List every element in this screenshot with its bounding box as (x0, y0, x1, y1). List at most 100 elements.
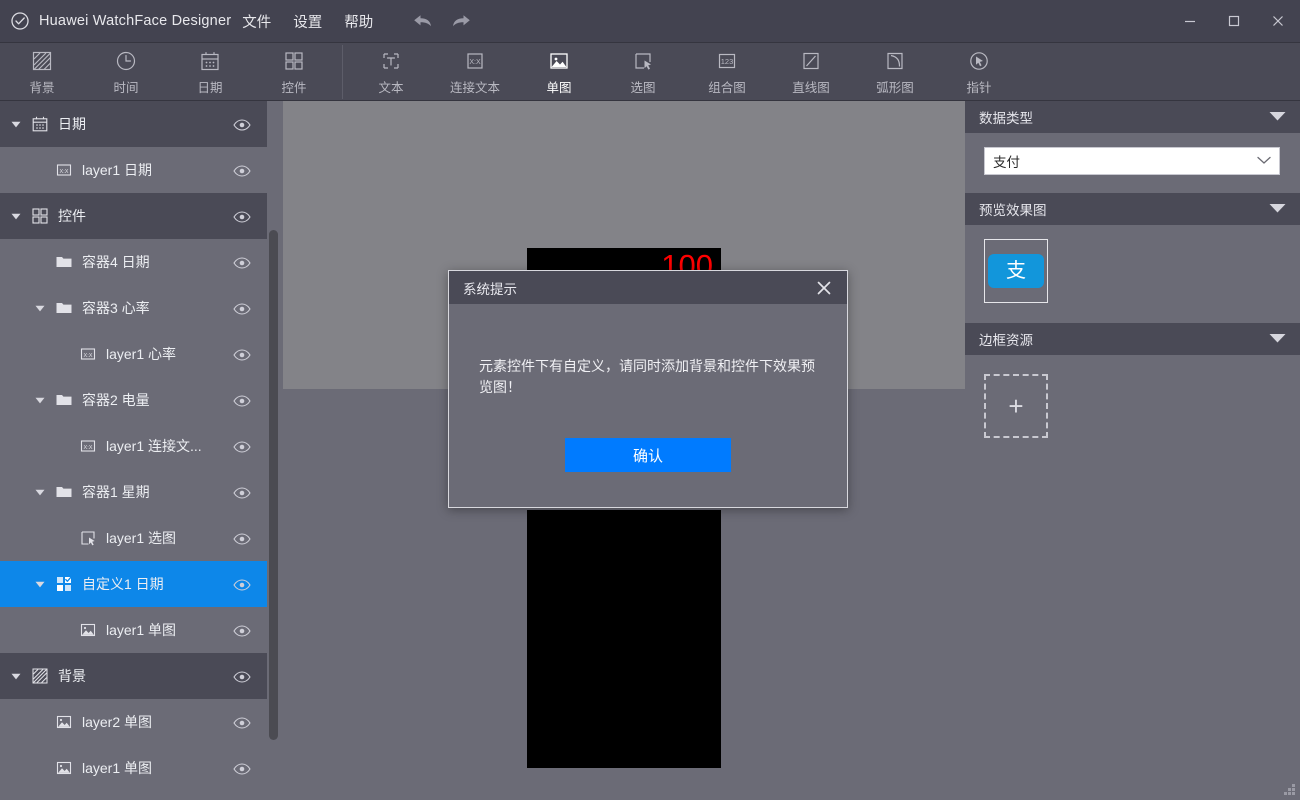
layer-row[interactable]: layer1 选图 (0, 515, 267, 561)
tool-label: 选图 (630, 80, 656, 95)
layer-label: layer1 心率 (106, 346, 177, 362)
layer-label: layer1 单图 (106, 622, 177, 638)
visibility-eye-icon[interactable] (233, 256, 251, 269)
layer-row[interactable]: 控件 (0, 193, 267, 239)
layer-label: layer1 连接文... (106, 438, 202, 454)
tool-line-shape[interactable]: 直线图 (769, 44, 853, 100)
dialog-title: 系统提示 (463, 281, 517, 297)
visibility-eye-icon[interactable] (233, 440, 251, 453)
layers-scrollbar[interactable] (269, 230, 278, 740)
layer-row[interactable]: 容器2 电量 (0, 377, 267, 423)
chevron-down-icon[interactable] (10, 670, 22, 682)
canvas-element-bottom[interactable] (527, 510, 721, 768)
chevron-down-icon[interactable] (34, 486, 46, 498)
layers-panel: 日期 X:X layer1 日期控件容器4 日期容器3 心率 X:X layer1 心率… (0, 101, 267, 800)
layer-row[interactable]: 日期 (0, 101, 267, 147)
tool-label: 文本 (378, 80, 404, 95)
svg-text:X:X: X:X (83, 353, 92, 359)
number-group-icon: 123 (716, 48, 738, 74)
close-icon[interactable] (813, 277, 835, 299)
layer-label: 控件 (58, 208, 86, 224)
tool-text[interactable]: 文本 (349, 44, 433, 100)
tool-single-image[interactable]: 单图 (517, 44, 601, 100)
layer-row[interactable]: layer2 单图 (0, 699, 267, 745)
dialog-title-bar: 系统提示 (449, 271, 847, 304)
section-data-type-header[interactable]: 数据类型 (965, 101, 1300, 133)
tool-widgets[interactable]: 控件 (252, 44, 336, 100)
layer-row[interactable]: layer1 单图 (0, 745, 267, 791)
text-box-icon (380, 48, 402, 74)
tool-select-image[interactable]: 选图 (601, 44, 685, 100)
layer-row[interactable]: X:X layer1 日期 (0, 147, 267, 193)
add-border-resource-button[interactable]: + (984, 374, 1048, 438)
layer-list: 日期 X:X layer1 日期控件容器4 日期容器3 心率 X:X layer1 心率… (0, 101, 267, 791)
visibility-eye-icon[interactable] (233, 348, 251, 361)
visibility-eye-icon[interactable] (233, 532, 251, 545)
layer-row[interactable]: 自定义1 日期 (0, 561, 267, 607)
widgets-grid-icon (31, 207, 49, 225)
chevron-down-icon[interactable] (1269, 330, 1286, 348)
visibility-eye-icon[interactable] (233, 578, 251, 591)
layer-label: 容器1 星期 (82, 484, 150, 500)
visibility-eye-icon[interactable] (233, 486, 251, 499)
pointer-hand-icon (968, 48, 990, 74)
data-type-value: 支付 (993, 155, 1020, 170)
chevron-down-icon[interactable] (10, 210, 22, 222)
chevron-down-icon[interactable] (1269, 200, 1286, 218)
menu-file[interactable]: 文件 (231, 5, 282, 38)
layer-row[interactable]: X:X layer1 心率 (0, 331, 267, 377)
chevron-down-icon[interactable] (10, 118, 22, 130)
menu-settings[interactable]: 设置 (282, 5, 333, 38)
tool-number-group[interactable]: 123 组合图 (685, 44, 769, 100)
toolbar-divider (342, 44, 343, 99)
chevron-down-icon[interactable] (34, 302, 46, 314)
svg-text:123: 123 (721, 57, 734, 66)
section-preview-header[interactable]: 预览效果图 (965, 193, 1300, 225)
chevron-down-icon[interactable] (34, 394, 46, 406)
tool-arc-shape[interactable]: 弧形图 (853, 44, 937, 100)
tool-time[interactable]: 时间 (84, 44, 168, 100)
layer-row[interactable]: 背景 (0, 653, 267, 699)
layer-label: 容器4 日期 (82, 254, 150, 270)
visibility-eye-icon[interactable] (233, 394, 251, 407)
chevron-down-icon[interactable] (34, 578, 46, 590)
visibility-eye-icon[interactable] (233, 210, 251, 223)
tool-linked-text[interactable]: X:X 连接文本 (433, 44, 517, 100)
layer-row[interactable]: X:X layer1 连接文... (0, 423, 267, 469)
layer-row[interactable]: layer1 单图 (0, 607, 267, 653)
visibility-eye-icon[interactable] (233, 716, 251, 729)
calendar-icon (199, 48, 221, 74)
visibility-eye-icon[interactable] (233, 762, 251, 775)
confirm-button[interactable]: 确认 (565, 438, 731, 472)
layer-row[interactable]: 容器3 心率 (0, 285, 267, 331)
section-border-resource-header[interactable]: 边框资源 (965, 323, 1300, 355)
preview-thumbnail[interactable]: 支 (984, 239, 1048, 303)
chevron-down-icon[interactable] (1269, 108, 1286, 126)
close-icon[interactable] (1256, 0, 1300, 42)
svg-text:X:X: X:X (59, 169, 68, 175)
tool-label: 组合图 (708, 80, 746, 95)
visibility-eye-icon[interactable] (233, 164, 251, 177)
visibility-eye-icon[interactable] (233, 624, 251, 637)
layer-row[interactable]: 容器4 日期 (0, 239, 267, 285)
chevron-down-icon[interactable] (1257, 152, 1271, 170)
tool-date[interactable]: 日期 (168, 44, 252, 100)
tool-pointer[interactable]: 指针 (937, 44, 1021, 100)
dialog-body: 元素控件下有自定义，请同时添加背景和控件下效果预览图！ 确认 (449, 304, 847, 472)
svg-text:X:X: X:X (83, 445, 92, 451)
tool-label: 控件 (281, 80, 307, 95)
data-type-select[interactable]: 支付 (984, 147, 1280, 175)
visibility-eye-icon[interactable] (233, 302, 251, 315)
maximize-icon[interactable] (1212, 0, 1256, 42)
visibility-eye-icon[interactable] (233, 670, 251, 683)
minimize-icon[interactable] (1168, 0, 1212, 42)
visibility-eye-icon[interactable] (233, 118, 251, 131)
tool-background[interactable]: 背景 (0, 44, 84, 100)
layer-label: 日期 (58, 116, 86, 132)
resize-grip-icon[interactable] (1283, 783, 1296, 796)
menu-help[interactable]: 帮助 (333, 5, 384, 38)
layer-row[interactable]: 容器1 星期 (0, 469, 267, 515)
undo-arrow-icon[interactable] (408, 8, 438, 34)
redo-arrow-icon[interactable] (446, 8, 476, 34)
linked-text-icon: X:X (464, 48, 486, 74)
